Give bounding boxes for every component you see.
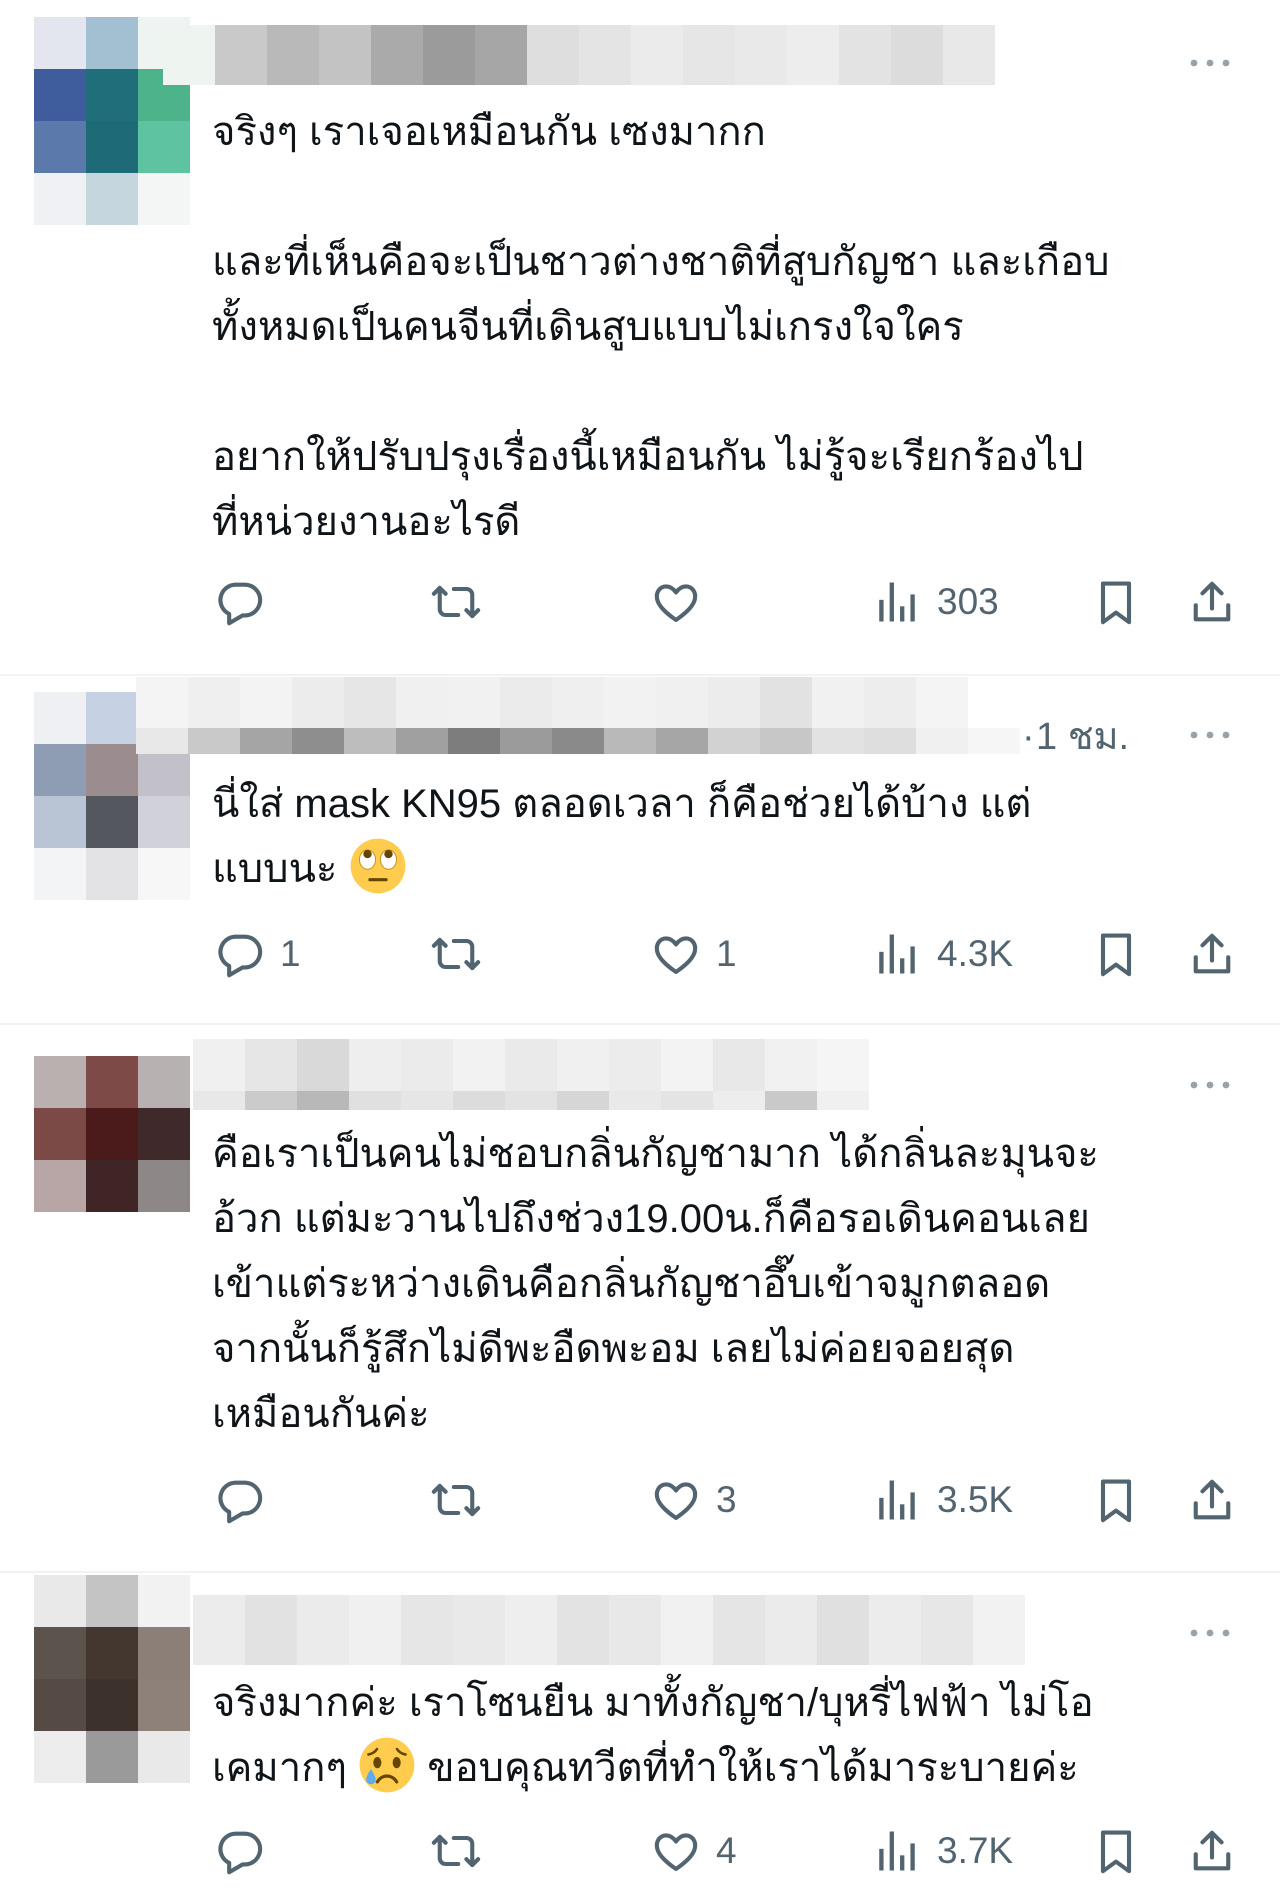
heart-icon [650, 1825, 702, 1877]
tweet[interactable]: จริงมากค่ะ เราโซนยืน มาทั้งกัญชา/บุหรี่ไ… [0, 0, 1280, 1890]
pixel-block [921, 1595, 973, 1665]
like-button[interactable]: 4 [650, 1825, 737, 1877]
bookmark-icon [1090, 1825, 1142, 1877]
pixel-block [86, 1627, 138, 1679]
retweet-button[interactable] [430, 1825, 482, 1877]
pixel-block [297, 1595, 349, 1665]
pixel-block [86, 1679, 138, 1731]
pixel-block [193, 1595, 245, 1665]
pixel-block [138, 1627, 190, 1679]
pixel-row [34, 1627, 190, 1679]
pixel-block [453, 1595, 505, 1665]
views-chart-icon [871, 1825, 923, 1877]
pixel-block [34, 1679, 86, 1731]
pixel-row [34, 1731, 190, 1783]
reply-button[interactable] [214, 1825, 280, 1877]
pixel-block [973, 1595, 1025, 1665]
pixel-block [86, 1575, 138, 1627]
pixel-block [86, 1731, 138, 1783]
bookmark-button[interactable] [1090, 1825, 1142, 1877]
pixel-block [138, 1731, 190, 1783]
pixel-block [138, 1679, 190, 1731]
avatar[interactable] [34, 1575, 190, 1783]
text-segment: ขอบคุณทวีตที่ทำให้เราได้มาระบายค่ะ [427, 1746, 1079, 1790]
pixel-block [245, 1595, 297, 1665]
pixel-block [138, 1575, 190, 1627]
share-icon [1186, 1825, 1238, 1877]
pixel-block [349, 1595, 401, 1665]
pixel-block [34, 1731, 86, 1783]
pixel-row [34, 1575, 190, 1627]
text-segment: เคมากๆ [212, 1746, 347, 1790]
more-horizontal-icon[interactable] [1186, 1623, 1234, 1643]
pixel-block [713, 1595, 765, 1665]
like-count: 4 [716, 1830, 737, 1871]
pixel-block [34, 1575, 86, 1627]
pixel-block [505, 1595, 557, 1665]
pixel-block [34, 1627, 86, 1679]
pixel-row [34, 1679, 190, 1731]
reply-icon [214, 1825, 266, 1877]
pixel-block [609, 1595, 661, 1665]
pixel-block [661, 1595, 713, 1665]
pixel-row [193, 1595, 1025, 1665]
retweet-icon [430, 1825, 482, 1877]
pixel-block [401, 1595, 453, 1665]
views-count: 3.7K [937, 1830, 1014, 1871]
crying-face-emoji [359, 1737, 415, 1793]
share-button[interactable] [1186, 1825, 1238, 1877]
author-name-redacted [193, 1595, 1025, 1665]
views-button[interactable]: 3.7K [871, 1825, 1013, 1877]
text-line: จริงมากค่ะ เราโซนยืน มาทั้งกัญชา/บุหรี่ไ… [212, 1681, 1094, 1725]
tweet-text: จริงมากค่ะ เราโซนยืน มาทั้งกัญชา/บุหรี่ไ… [212, 1671, 1267, 1801]
pixel-block [869, 1595, 921, 1665]
pixel-block [557, 1595, 609, 1665]
paragraph: จริงมากค่ะ เราโซนยืน มาทั้งกัญชา/บุหรี่ไ… [212, 1671, 1267, 1801]
text-line: เคมากๆ ขอบคุณทวีตที่ทำให้เราได้มาระบายค่… [212, 1736, 1267, 1801]
pixel-block [765, 1595, 817, 1665]
pixel-block [817, 1595, 869, 1665]
